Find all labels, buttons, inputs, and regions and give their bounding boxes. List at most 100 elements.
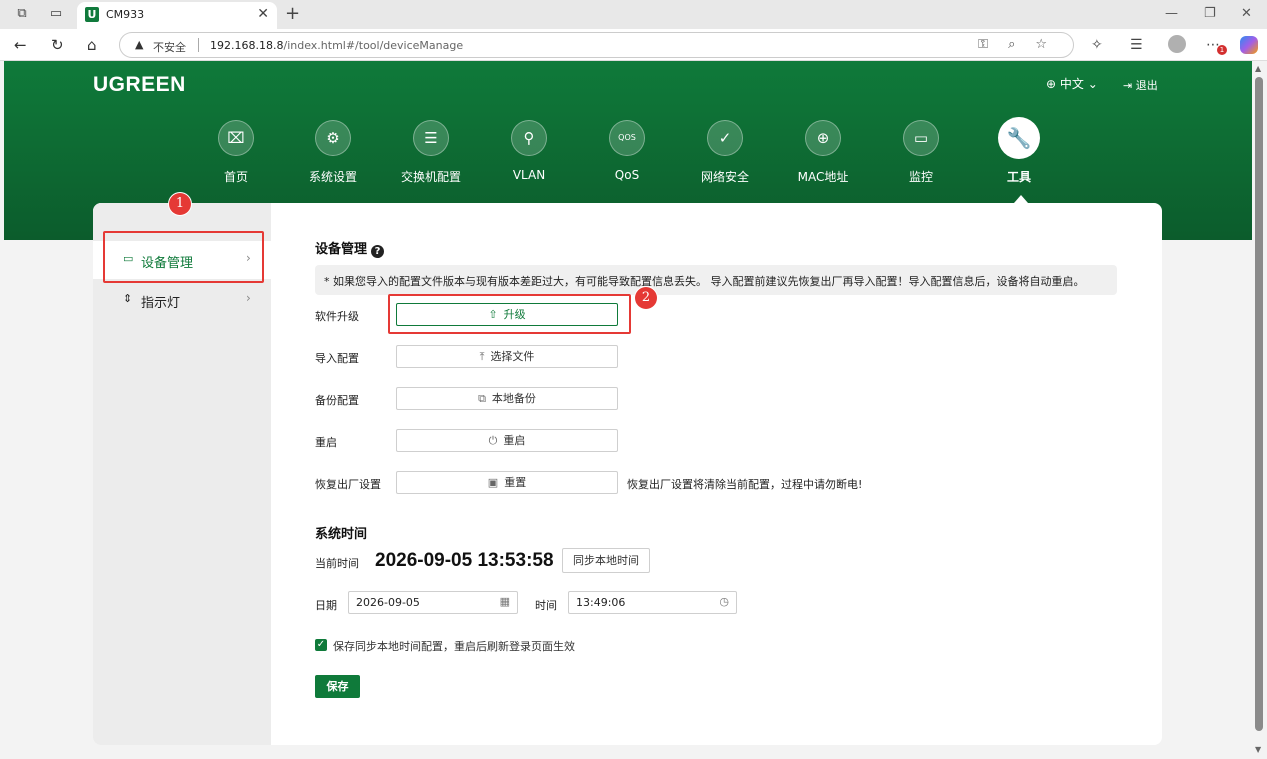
- favicon-icon: U: [85, 7, 99, 22]
- reset-button[interactable]: ▣ 重置: [396, 471, 618, 494]
- vertical-scrollbar[interactable]: ▲ ▼: [1252, 61, 1267, 759]
- annotation-number-1: 1: [169, 193, 191, 215]
- current-time-label: 当前时间: [315, 557, 359, 570]
- logout-icon: ⇥: [1123, 79, 1133, 92]
- nav-label: 系统设置: [308, 170, 357, 184]
- restore-icon[interactable]: ❐: [1204, 6, 1216, 21]
- nav-monitor[interactable]: ▭ 监控: [881, 120, 961, 185]
- workspaces-icon[interactable]: ⧉: [14, 6, 30, 22]
- save-button[interactable]: 保存: [315, 675, 360, 698]
- section-title-device-management: 设备管理?: [315, 238, 385, 258]
- nav-switch-config[interactable]: ☰ 交换机配置: [391, 120, 471, 185]
- globe-icon: ⊕: [1046, 77, 1057, 91]
- back-icon[interactable]: ←: [14, 36, 27, 54]
- nav-qos[interactable]: QOS QoS: [587, 120, 667, 182]
- sidebar-item-indicator-light[interactable]: ⇕ 指示灯 ›: [93, 281, 271, 319]
- tab-actions-icon[interactable]: ▭: [48, 6, 64, 22]
- date-input[interactable]: 2026-09-05 ▦: [348, 591, 518, 614]
- address-divider: [198, 38, 199, 52]
- calendar-icon[interactable]: ▦: [500, 595, 510, 608]
- date-label: 日期: [315, 599, 337, 612]
- nav-system-settings[interactable]: ⚙ 系统设置: [293, 120, 373, 185]
- favorite-star-icon[interactable]: ☆: [1035, 37, 1067, 52]
- time-label: 时间: [535, 599, 557, 612]
- nav-label: 监控: [908, 170, 933, 184]
- home-icon[interactable]: ⌂: [87, 36, 97, 54]
- backup-config-label: 备份配置: [315, 394, 359, 407]
- reload-icon[interactable]: ↻: [51, 36, 64, 54]
- notification-badge: 1: [1217, 45, 1227, 55]
- gear-icon: ⚙: [315, 120, 351, 156]
- local-backup-button[interactable]: ⧉ 本地备份: [396, 387, 618, 410]
- favorites-icon[interactable]: ☰: [1130, 37, 1143, 53]
- nav-label: MAC地址: [797, 170, 849, 184]
- button-label: 选择文件: [490, 350, 535, 363]
- nav-label: 网络安全: [700, 170, 749, 184]
- zoom-icon[interactable]: ⌕: [1008, 37, 1035, 52]
- reboot-button[interactable]: ⏻ 重启: [396, 429, 618, 452]
- language-label: 中文: [1059, 77, 1084, 91]
- button-label: 重置: [504, 476, 527, 489]
- factory-reset-hint: 恢复出厂设置将清除当前配置，过程中请勿断电!: [627, 478, 863, 491]
- section-title-system-time: 系统时间: [315, 527, 368, 542]
- network-icon: ⚲: [511, 120, 547, 156]
- tab-title: CM933: [106, 8, 145, 21]
- nav-mac-address[interactable]: ⊕ MAC地址: [783, 120, 863, 185]
- reset-icon: ▣: [487, 476, 499, 489]
- shield-icon: ✓: [707, 120, 743, 156]
- warning-icon[interactable]: ▲: [135, 38, 143, 51]
- nav-tools[interactable]: 🔧 工具: [979, 117, 1059, 185]
- close-tab-icon[interactable]: ✕: [257, 6, 269, 22]
- annotation-number-2: 2: [635, 287, 657, 309]
- profile-avatar[interactable]: [1168, 35, 1186, 53]
- url-text[interactable]: 192.168.18.8/index.html#/tool/deviceMana…: [210, 39, 463, 52]
- sort-icon: ⇕: [123, 292, 133, 305]
- annotation-box-2: [388, 294, 631, 334]
- chevron-down-icon: ⌄: [1087, 77, 1098, 91]
- browser-tab[interactable]: U CM933 ✕: [77, 2, 277, 29]
- help-icon[interactable]: ?: [371, 245, 385, 258]
- upload-icon: ⤒: [479, 350, 485, 363]
- import-notice: * 如果您导入的配置文件版本与现有版本差距过大，有可能导致配置信息丢失。 导入配…: [315, 265, 1117, 295]
- clock-icon[interactable]: ◷: [719, 595, 729, 608]
- minimize-icon[interactable]: —: [1165, 6, 1178, 21]
- ugreen-logo: UGREEN: [93, 73, 186, 96]
- save-sync-checkbox[interactable]: ✓: [315, 639, 327, 651]
- window-close-icon[interactable]: ✕: [1241, 6, 1252, 21]
- time-value: 13:49:06: [576, 596, 626, 609]
- save-sync-checkbox-label: 保存同步本地时间配置，重启后刷新登录页面生效: [333, 640, 575, 653]
- reboot-label: 重启: [315, 436, 337, 449]
- nav-home[interactable]: ⌧ 首页: [196, 120, 276, 185]
- nav-label: 工具: [1006, 170, 1031, 184]
- new-tab-icon[interactable]: +: [285, 3, 300, 24]
- annotation-box-1: [103, 231, 264, 283]
- copilot-icon[interactable]: [1240, 36, 1258, 54]
- nav-label: VLAN: [512, 168, 546, 182]
- nav-label: 交换机配置: [400, 170, 461, 184]
- router-admin-page: UGREEN ⊕ 中文 ⌄ ⇥ 退出 ⌧ 首页 ⚙ 系统设置 ☰ 交换机配置 ⚲…: [4, 61, 1252, 759]
- sidebar-item-label: 指示灯: [141, 296, 181, 311]
- home-icon: ⌧: [218, 120, 254, 156]
- address-bar[interactable]: ▲ 不安全 192.168.18.8/index.html#/tool/devi…: [119, 32, 1074, 58]
- nav-label: 首页: [223, 170, 248, 184]
- url-host: 192.168.18.8: [210, 39, 284, 52]
- scroll-up-icon[interactable]: ▲: [1255, 64, 1261, 73]
- nav-vlan[interactable]: ⚲ VLAN: [489, 120, 569, 182]
- insecure-label[interactable]: 不安全: [153, 39, 186, 55]
- server-icon: ☰: [413, 120, 449, 156]
- browser-nav-bar: ← ↻ ⌂ ▲ 不安全 192.168.18.8/index.html#/too…: [0, 29, 1267, 61]
- sync-local-time-button[interactable]: 同步本地时间: [562, 548, 650, 573]
- nav-network-security[interactable]: ✓ 网络安全: [685, 120, 765, 185]
- address-actions: ⚿⌕☆: [978, 37, 1067, 52]
- time-input[interactable]: 13:49:06 ◷: [568, 591, 737, 614]
- language-selector[interactable]: ⊕ 中文 ⌄: [1046, 75, 1098, 92]
- extensions-icon[interactable]: ✧: [1091, 37, 1103, 53]
- scrollbar-thumb[interactable]: [1255, 77, 1263, 731]
- date-value: 2026-09-05: [356, 596, 420, 609]
- key-icon[interactable]: ⚿: [978, 37, 1008, 52]
- scroll-down-icon[interactable]: ▼: [1255, 745, 1261, 754]
- choose-file-button[interactable]: ⤒ 选择文件: [396, 345, 618, 368]
- monitor-icon: ▭: [903, 120, 939, 156]
- import-config-label: 导入配置: [315, 352, 359, 365]
- logout-button[interactable]: ⇥ 退出: [1123, 77, 1158, 93]
